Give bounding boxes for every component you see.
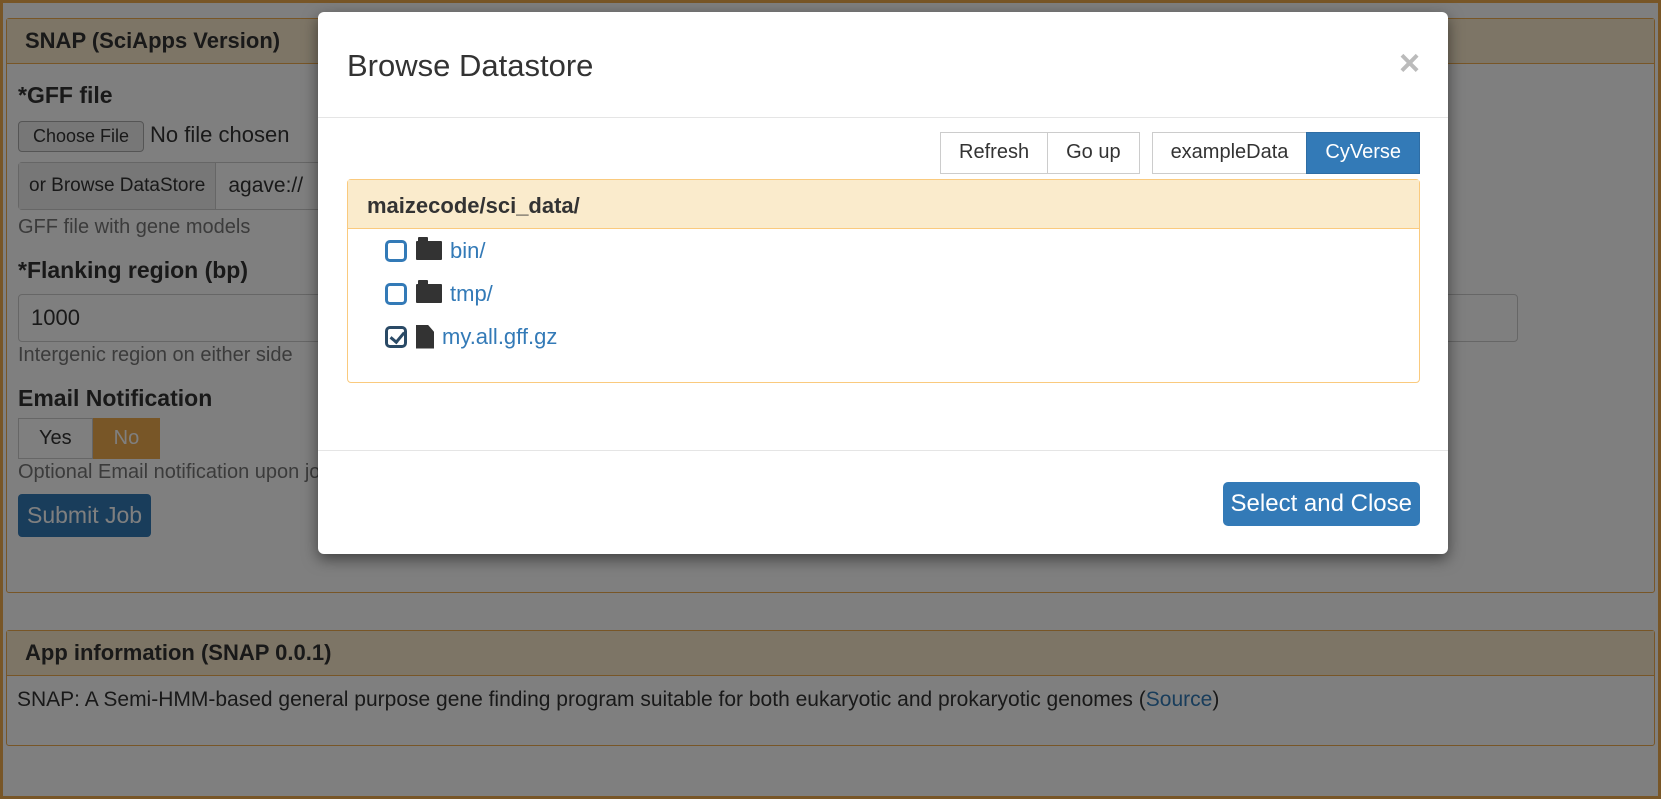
modal-footer-divider <box>318 450 1448 451</box>
cyverse-button[interactable]: CyVerse <box>1306 132 1420 174</box>
checkbox[interactable] <box>385 282 407 305</box>
item-link[interactable]: my.all.gff.gz <box>442 324 557 350</box>
modal-toolbar: Refresh Go up exampleData CyVerse <box>940 132 1420 174</box>
file-browser: maizecode/sci_data/ bin/ tmp/ my.all.gff… <box>347 179 1420 383</box>
example-data-button[interactable]: exampleData <box>1151 132 1308 174</box>
list-item[interactable]: tmp/ <box>348 272 1419 315</box>
modal-title: Browse Datastore <box>347 48 594 83</box>
checkbox[interactable] <box>385 239 407 262</box>
go-up-button[interactable]: Go up <box>1047 132 1140 174</box>
list-item[interactable]: bin/ <box>348 229 1419 272</box>
item-link[interactable]: tmp/ <box>450 281 493 307</box>
list-item[interactable]: my.all.gff.gz <box>348 315 1419 358</box>
current-path: maizecode/sci_data/ <box>348 180 1419 229</box>
close-icon[interactable]: × <box>1399 42 1420 84</box>
checkbox-checked[interactable] <box>385 325 407 348</box>
item-link[interactable]: bin/ <box>450 238 485 264</box>
folder-icon <box>416 237 442 260</box>
folder-icon <box>416 280 442 303</box>
file-icon <box>416 324 434 349</box>
select-and-close-button[interactable]: Select and Close <box>1222 482 1420 526</box>
refresh-button[interactable]: Refresh <box>940 132 1049 174</box>
browse-datastore-modal: Browse Datastore × Refresh Go up example… <box>318 12 1448 554</box>
